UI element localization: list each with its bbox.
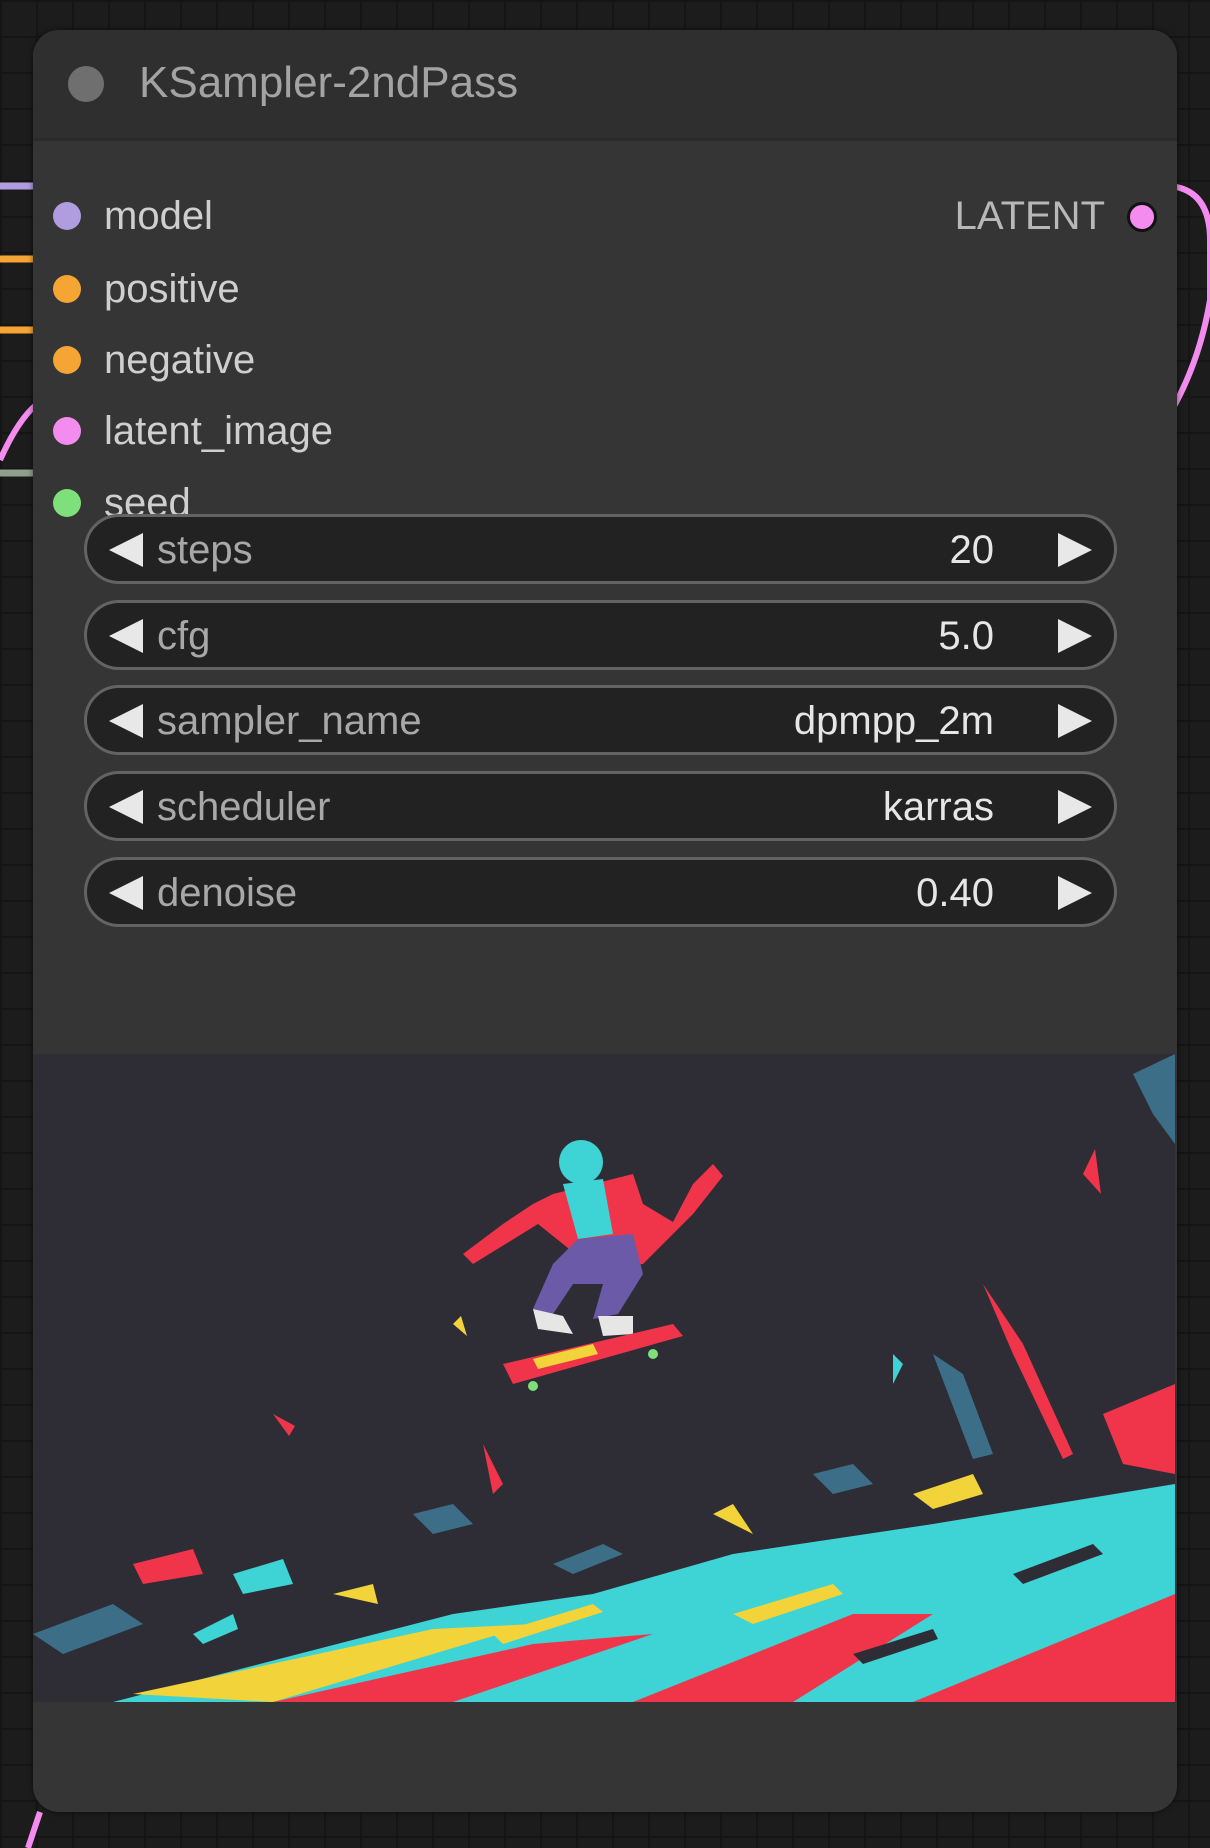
- ksampler-node[interactable]: KSampler-2ndPass model positive negative…: [33, 30, 1177, 1812]
- widget-cfg[interactable]: cfg 5.0: [84, 600, 1117, 670]
- widget-value-sampler-name[interactable]: dpmpp_2m: [794, 699, 994, 743]
- node-title: KSampler-2ndPass: [139, 58, 519, 107]
- input-label-negative: negative: [104, 338, 256, 382]
- input-label-positive: positive: [104, 267, 240, 311]
- widget-sampler-name[interactable]: sampler_name dpmpp_2m: [84, 685, 1117, 755]
- widget-label-sampler-name: sampler_name: [157, 699, 422, 743]
- input-slot-latent-image[interactable]: latent_image: [33, 401, 633, 461]
- widget-value-cfg[interactable]: 5.0: [938, 614, 994, 658]
- widget-label-scheduler: scheduler: [157, 785, 331, 829]
- increment-arrow-icon[interactable]: [1058, 533, 1092, 567]
- input-slot-model[interactable]: model: [33, 186, 633, 246]
- decrement-arrow-icon[interactable]: [109, 876, 143, 910]
- node-title-bar[interactable]: KSampler-2ndPass: [33, 30, 1177, 141]
- next-option-arrow-icon[interactable]: [1058, 704, 1092, 738]
- widget-value-steps[interactable]: 20: [950, 528, 995, 572]
- next-option-arrow-icon[interactable]: [1058, 790, 1092, 824]
- widget-scheduler[interactable]: scheduler karras: [84, 771, 1117, 841]
- skateboarder-preview-image: [33, 1054, 1175, 1702]
- input-label-model: model: [104, 194, 213, 238]
- widget-value-denoise[interactable]: 0.40: [916, 871, 994, 915]
- increment-arrow-icon[interactable]: [1058, 619, 1092, 653]
- decrement-arrow-icon[interactable]: [109, 533, 143, 567]
- input-slot-positive[interactable]: positive: [33, 259, 633, 319]
- previous-option-arrow-icon[interactable]: [109, 704, 143, 738]
- input-dot-latent-image[interactable]: [53, 417, 81, 445]
- input-dot-model[interactable]: [53, 202, 81, 230]
- widget-label-steps: steps: [157, 528, 253, 572]
- increment-arrow-icon[interactable]: [1058, 876, 1092, 910]
- collapse-toggle-dot[interactable]: [68, 66, 104, 102]
- widget-value-scheduler[interactable]: karras: [883, 785, 994, 829]
- input-dot-positive[interactable]: [53, 275, 81, 303]
- input-label-latent-image: latent_image: [104, 409, 334, 453]
- previous-option-arrow-icon[interactable]: [109, 790, 143, 824]
- input-dot-seed[interactable]: [53, 489, 81, 517]
- input-dot-negative[interactable]: [53, 346, 81, 374]
- preview-image: [33, 1054, 1175, 1702]
- output-slot-latent[interactable]: LATENT: [777, 186, 1177, 246]
- widget-steps[interactable]: steps 20: [84, 514, 1117, 584]
- output-dot-latent[interactable]: [1127, 202, 1157, 232]
- widget-label-denoise: denoise: [157, 871, 298, 915]
- widget-denoise[interactable]: denoise 0.40: [84, 857, 1117, 927]
- decrement-arrow-icon[interactable]: [109, 619, 143, 653]
- output-label-latent: LATENT: [954, 194, 1105, 238]
- input-slot-negative[interactable]: negative: [33, 330, 633, 390]
- widget-label-cfg: cfg: [157, 614, 211, 658]
